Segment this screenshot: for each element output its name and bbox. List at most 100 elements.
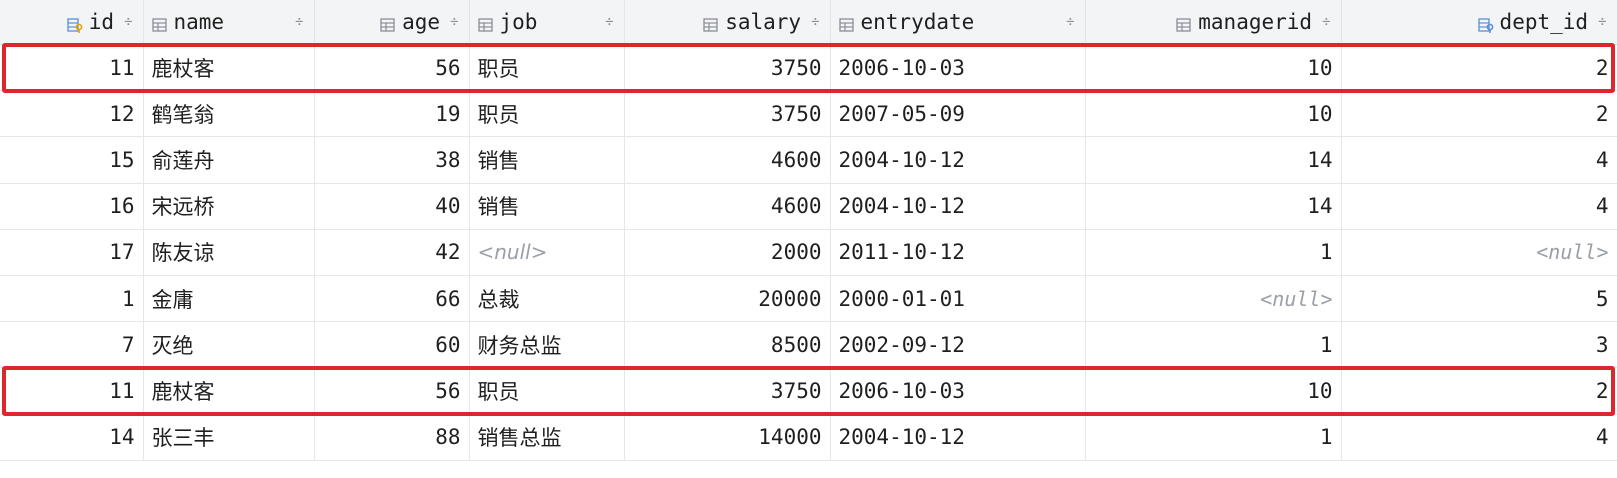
table-row[interactable]: 1 金庸 66 总裁 20000 2000-01-01 <null> 5 xyxy=(0,275,1617,323)
sort-toggle-icon[interactable]: ÷ xyxy=(605,15,613,29)
column-header-job[interactable]: job ÷ xyxy=(469,0,625,45)
cell-name[interactable]: 宋远桥 xyxy=(143,183,315,230)
cell-job[interactable]: 财务总监 xyxy=(469,321,625,369)
cell-managerid[interactable]: 10 xyxy=(1085,90,1342,138)
cell-entrydate[interactable]: 2000-01-01 xyxy=(830,275,1086,323)
cell-id[interactable]: 11 xyxy=(0,44,144,92)
cell-age[interactable]: 40 xyxy=(314,183,470,230)
cell-managerid[interactable]: 1 xyxy=(1085,414,1342,461)
cell-dept-id[interactable]: 2 xyxy=(1341,90,1617,138)
cell-age[interactable]: 56 xyxy=(314,44,470,92)
cell-name[interactable]: 金庸 xyxy=(143,275,315,323)
cell-salary[interactable]: 4600 xyxy=(624,136,831,184)
cell-entrydate[interactable]: 2006-10-03 xyxy=(830,44,1086,92)
cell-id[interactable]: 1 xyxy=(0,275,144,323)
column-header-dept-id[interactable]: dept_id ÷ xyxy=(1341,0,1617,45)
cell-job[interactable]: 销售 xyxy=(469,183,625,230)
cell-salary[interactable]: 3750 xyxy=(624,367,831,415)
cell-age[interactable]: 19 xyxy=(314,90,470,138)
cell-id[interactable]: 7 xyxy=(0,321,144,369)
cell-dept-id[interactable]: <null> xyxy=(1341,229,1617,276)
cell-id[interactable]: 17 xyxy=(0,229,144,276)
cell-name[interactable]: 陈友谅 xyxy=(143,229,315,276)
null-value: <null> xyxy=(1536,240,1609,265)
cell-id[interactable]: 11 xyxy=(0,367,144,415)
cell-id[interactable]: 16 xyxy=(0,183,144,230)
cell-managerid[interactable]: 1 xyxy=(1085,321,1342,369)
sort-toggle-icon[interactable]: ÷ xyxy=(1598,15,1606,29)
sort-toggle-icon[interactable]: ÷ xyxy=(295,15,303,29)
cell-job[interactable]: 职员 xyxy=(469,90,625,138)
cell-job[interactable]: 总裁 xyxy=(469,275,625,323)
cell-id[interactable]: 15 xyxy=(0,136,144,184)
cell-dept-id[interactable]: 4 xyxy=(1341,136,1617,184)
cell-salary[interactable]: 2000 xyxy=(624,229,831,276)
column-header-entrydate[interactable]: entrydate ÷ xyxy=(830,0,1086,45)
table-row[interactable]: 15 俞莲舟 38 销售 4600 2004-10-12 14 4 xyxy=(0,136,1617,184)
cell-dept-id[interactable]: 5 xyxy=(1341,275,1617,323)
cell-salary[interactable]: 8500 xyxy=(624,321,831,369)
cell-managerid[interactable]: 10 xyxy=(1085,44,1342,92)
cell-entrydate[interactable]: 2004-10-12 xyxy=(830,414,1086,461)
column-header-managerid[interactable]: managerid ÷ xyxy=(1085,0,1342,45)
cell-entrydate[interactable]: 2002-09-12 xyxy=(830,321,1086,369)
cell-name[interactable]: 鹿杖客 xyxy=(143,44,315,92)
table-row[interactable]: 11 鹿杖客 56 职员 3750 2006-10-03 10 2 xyxy=(0,44,1617,92)
table-row[interactable]: 17 陈友谅 42 <null> 2000 2011-10-12 1 <null> xyxy=(0,229,1617,276)
cell-job[interactable]: 职员 xyxy=(469,44,625,92)
cell-name[interactable]: 鹿杖客 xyxy=(143,367,315,415)
cell-dept-id[interactable]: 4 xyxy=(1341,414,1617,461)
cell-age[interactable]: 66 xyxy=(314,275,470,323)
cell-job[interactable]: 职员 xyxy=(469,367,625,415)
sort-toggle-icon[interactable]: ÷ xyxy=(124,15,132,29)
cell-salary[interactable]: 3750 xyxy=(624,90,831,138)
sort-toggle-icon[interactable]: ÷ xyxy=(811,15,819,29)
cell-name[interactable]: 鹤笔翁 xyxy=(143,90,315,138)
cell-id[interactable]: 12 xyxy=(0,90,144,138)
cell-job[interactable]: 销售 xyxy=(469,136,625,184)
cell-salary[interactable]: 14000 xyxy=(624,414,831,461)
cell-job[interactable]: 销售总监 xyxy=(469,414,625,461)
cell-age[interactable]: 42 xyxy=(314,229,470,276)
cell-managerid[interactable]: <null> xyxy=(1085,275,1342,323)
cell-age[interactable]: 88 xyxy=(314,414,470,461)
column-header-content: managerid ÷ xyxy=(1094,0,1331,44)
column-header-id[interactable]: id ÷ xyxy=(0,0,144,45)
cell-job[interactable]: <null> xyxy=(469,229,625,276)
cell-name[interactable]: 灭绝 xyxy=(143,321,315,369)
cell-dept-id[interactable]: 3 xyxy=(1341,321,1617,369)
cell-salary[interactable]: 4600 xyxy=(624,183,831,230)
cell-dept-id[interactable]: 2 xyxy=(1341,367,1617,415)
table-row[interactable]: 11 鹿杖客 56 职员 3750 2006-10-03 10 2 xyxy=(0,367,1617,415)
cell-name[interactable]: 张三丰 xyxy=(143,414,315,461)
column-header-salary[interactable]: salary ÷ xyxy=(624,0,831,45)
cell-managerid[interactable]: 14 xyxy=(1085,183,1342,230)
cell-dept-id[interactable]: 2 xyxy=(1341,44,1617,92)
cell-age[interactable]: 38 xyxy=(314,136,470,184)
cell-dept-id[interactable]: 4 xyxy=(1341,183,1617,230)
table-row[interactable]: 7 灭绝 60 财务总监 8500 2002-09-12 1 3 xyxy=(0,321,1617,369)
result-table: id ÷ name ÷ age ÷ job ÷ salary ÷ entrydate ÷ manager… xyxy=(0,0,1617,461)
column-header-age[interactable]: age ÷ xyxy=(314,0,470,45)
sort-toggle-icon[interactable]: ÷ xyxy=(450,15,458,29)
cell-entrydate[interactable]: 2007-05-09 xyxy=(830,90,1086,138)
cell-id[interactable]: 14 xyxy=(0,414,144,461)
cell-salary[interactable]: 3750 xyxy=(624,44,831,92)
table-row[interactable]: 16 宋远桥 40 销售 4600 2004-10-12 14 4 xyxy=(0,183,1617,230)
cell-managerid[interactable]: 10 xyxy=(1085,367,1342,415)
cell-entrydate[interactable]: 2004-10-12 xyxy=(830,183,1086,230)
cell-age[interactable]: 56 xyxy=(314,367,470,415)
sort-toggle-icon[interactable]: ÷ xyxy=(1322,15,1330,29)
column-header-name[interactable]: name ÷ xyxy=(143,0,315,45)
table-row[interactable]: 12 鹤笔翁 19 职员 3750 2007-05-09 10 2 xyxy=(0,90,1617,138)
cell-entrydate[interactable]: 2011-10-12 xyxy=(830,229,1086,276)
cell-managerid[interactable]: 14 xyxy=(1085,136,1342,184)
cell-salary[interactable]: 20000 xyxy=(624,275,831,323)
cell-managerid[interactable]: 1 xyxy=(1085,229,1342,276)
cell-entrydate[interactable]: 2004-10-12 xyxy=(830,136,1086,184)
cell-age[interactable]: 60 xyxy=(314,321,470,369)
cell-entrydate[interactable]: 2006-10-03 xyxy=(830,367,1086,415)
cell-name[interactable]: 俞莲舟 xyxy=(143,136,315,184)
table-row[interactable]: 14 张三丰 88 销售总监 14000 2004-10-12 1 4 xyxy=(0,414,1617,461)
sort-toggle-icon[interactable]: ÷ xyxy=(1066,15,1074,29)
